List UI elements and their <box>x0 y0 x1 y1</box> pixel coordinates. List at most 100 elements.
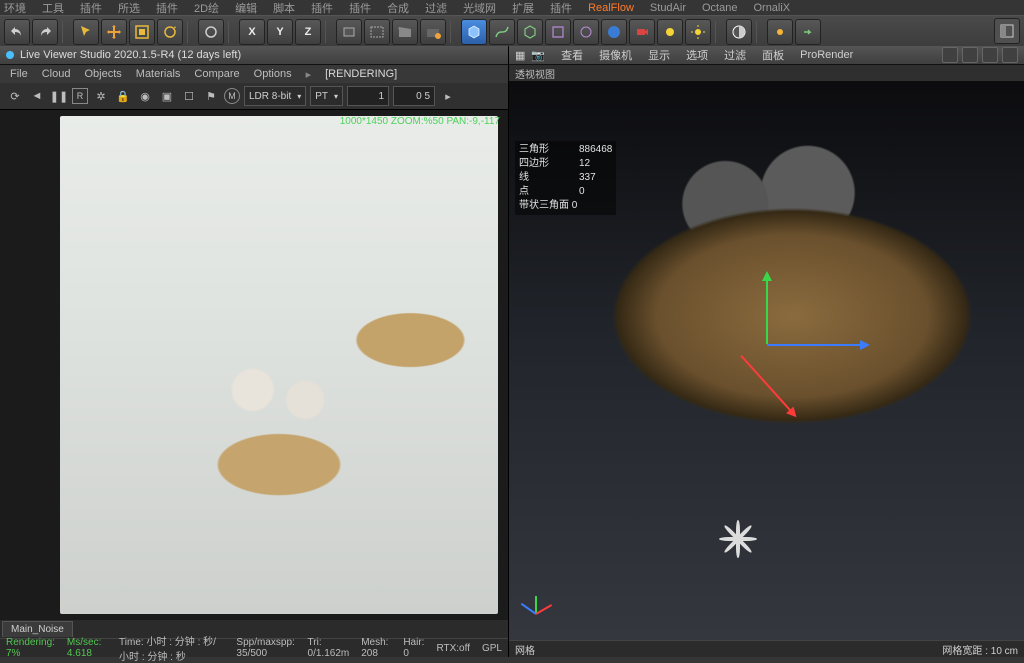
vp-menu-prorender[interactable]: ProRender <box>800 49 853 61</box>
vp-zoom-icon[interactable] <box>962 47 978 63</box>
cube-primitive-button[interactable] <box>461 19 487 45</box>
tag-button[interactable] <box>726 19 752 45</box>
box-icon[interactable]: ☐ <box>180 87 198 105</box>
menu-item[interactable]: 环境 <box>4 0 26 16</box>
menu-item[interactable]: Octane <box>702 2 737 14</box>
channel-icon[interactable]: M <box>224 88 240 104</box>
environment-button[interactable] <box>601 19 627 45</box>
vp-pan-icon[interactable] <box>942 47 958 63</box>
menu-item[interactable]: OrnaliX <box>753 2 790 14</box>
select-tool[interactable] <box>73 19 99 45</box>
generator-button[interactable] <box>517 19 543 45</box>
menu-item[interactable]: 插件 <box>311 0 333 16</box>
menu-item[interactable]: StudAir <box>650 2 686 14</box>
lock-icon[interactable]: 🔒 <box>114 87 132 105</box>
camera-button[interactable] <box>629 19 655 45</box>
pause-icon[interactable]: ❚❚ <box>50 87 68 105</box>
deformer-button[interactable] <box>545 19 571 45</box>
menu-item[interactable]: 2D绘 <box>194 0 219 16</box>
menu-item[interactable]: 插件 <box>349 0 371 16</box>
status-mssec: Ms/sec: 4.618 <box>67 637 107 659</box>
menu-item[interactable]: 插件 <box>80 0 102 16</box>
menu-item[interactable]: 光域网 <box>463 0 496 16</box>
menu-item[interactable]: 合成 <box>387 0 409 16</box>
scale-tool[interactable] <box>129 19 155 45</box>
axis-x-toggle[interactable]: X <box>239 19 265 45</box>
num-input-2[interactable]: 0 5 <box>393 86 435 106</box>
axis-z-toggle[interactable]: Z <box>295 19 321 45</box>
menu-item[interactable]: 插件 <box>550 0 572 16</box>
lv-menu-file[interactable]: File <box>10 68 28 80</box>
gizmo-y-axis[interactable] <box>766 274 768 344</box>
render-settings-button[interactable] <box>420 19 446 45</box>
move-tool[interactable] <box>101 19 127 45</box>
picker-icon[interactable]: ◉ <box>136 87 154 105</box>
flag-icon[interactable]: ⚑ <box>202 87 220 105</box>
light-button[interactable] <box>657 19 683 45</box>
menu-item[interactable]: 所选 <box>118 0 140 16</box>
extra-sun-icon[interactable] <box>767 19 793 45</box>
back-icon[interactable]: ◄ <box>28 87 46 105</box>
tab-main-noise[interactable]: Main_Noise <box>2 621 73 637</box>
bitdepth-select[interactable]: LDR 8-bit <box>244 86 306 106</box>
vp-maximize-icon[interactable] <box>1002 47 1018 63</box>
star-anise-object <box>715 516 761 562</box>
vp-footer-left: 网格 <box>515 642 535 657</box>
snap-button[interactable] <box>198 19 224 45</box>
menu-item[interactable]: 插件 <box>156 0 178 16</box>
clapper-icon[interactable] <box>392 19 418 45</box>
vp-menu-options[interactable]: 选项 <box>686 47 708 63</box>
gizmo-z-axis[interactable] <box>740 355 795 416</box>
perspective-viewport[interactable]: 三角形886468 四边形12 线337 点0 带状三角面 0 <box>509 81 1024 640</box>
region-icon[interactable]: R <box>72 88 88 104</box>
rotate-tool[interactable] <box>157 19 183 45</box>
menu-item[interactable]: 脚本 <box>273 0 295 16</box>
gizmo-x-axis[interactable] <box>767 344 867 346</box>
num-input-1[interactable]: 1 <box>347 86 389 106</box>
sun-icon[interactable] <box>685 19 711 45</box>
status-rendering: Rendering: 7% <box>6 637 55 659</box>
chevron-right-icon[interactable]: ▸ <box>439 87 457 105</box>
spline-button[interactable] <box>489 19 515 45</box>
render-region-button[interactable] <box>364 19 390 45</box>
vp-menu-view[interactable]: 查看 <box>561 47 583 63</box>
render-image <box>60 116 498 614</box>
menu-realflow[interactable]: RealFlow <box>588 2 634 14</box>
lv-menu-compare[interactable]: Compare <box>194 68 239 80</box>
gear-icon[interactable]: ✲ <box>92 87 110 105</box>
vp-camera-icon[interactable]: 📷 <box>531 49 545 62</box>
status-time: Time: 小时 : 分钟 : 秒/小时 : 分钟 : 秒 <box>119 633 224 663</box>
status-mesh: Mesh: 208 <box>361 637 391 659</box>
menu-item[interactable]: 工具 <box>42 0 64 16</box>
rendering-indicator: [RENDERING] <box>325 68 397 80</box>
redo-button[interactable] <box>32 19 58 45</box>
lv-menu-objects[interactable]: Objects <box>84 68 121 80</box>
field-button[interactable] <box>573 19 599 45</box>
vp-menu-filter[interactable]: 过滤 <box>724 47 746 63</box>
extra-arrow-icon[interactable] <box>795 19 821 45</box>
render-button[interactable] <box>336 19 362 45</box>
layout-toggle-button[interactable] <box>994 18 1020 44</box>
refresh-icon[interactable]: ⟳ <box>6 87 24 105</box>
status-dot-icon <box>6 51 14 59</box>
render-image-area[interactable]: 1000*1450 ZOOM:%50 PAN:-9,-117 <box>0 110 508 620</box>
status-hair: Hair: 0 <box>403 637 424 659</box>
crop-icon[interactable]: ▣ <box>158 87 176 105</box>
vp-menu-camera[interactable]: 摄像机 <box>599 47 632 63</box>
lv-menu-materials[interactable]: Materials <box>136 68 181 80</box>
lv-menu-cloud[interactable]: Cloud <box>42 68 71 80</box>
render-mode-select[interactable]: PT <box>310 86 343 106</box>
vp-menu-panel[interactable]: 面板 <box>762 47 784 63</box>
vp-layout-icon[interactable]: ▦ <box>515 49 525 62</box>
viewport-nav-icons <box>942 47 1018 63</box>
menu-item[interactable]: 编辑 <box>235 0 257 16</box>
menu-item[interactable]: 扩展 <box>512 0 534 16</box>
vp-menu-display[interactable]: 显示 <box>648 47 670 63</box>
lv-menu-options[interactable]: Options <box>254 68 292 80</box>
world-axis-indicator <box>517 578 553 614</box>
axis-y-toggle[interactable]: Y <box>267 19 293 45</box>
live-viewer-tabs: Main_Noise <box>0 620 508 638</box>
undo-button[interactable] <box>4 19 30 45</box>
menu-item[interactable]: 过滤 <box>425 0 447 16</box>
vp-orbit-icon[interactable] <box>982 47 998 63</box>
